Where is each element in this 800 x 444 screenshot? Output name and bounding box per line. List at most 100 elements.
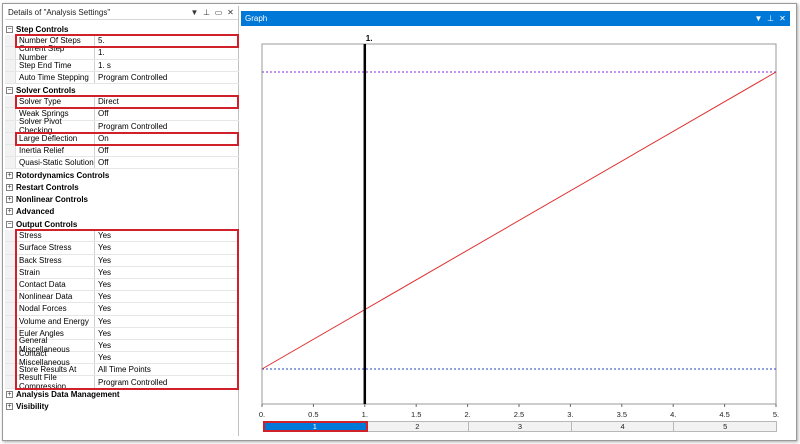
x-tick-label: 2.5 — [514, 410, 524, 419]
details-panel-title: Details of "Analysis Settings" — [8, 8, 111, 17]
property-name: Inertia Relief — [5, 144, 95, 157]
property-row-current-step-number[interactable]: Current Step Number 1. — [5, 44, 239, 62]
x-tick-label: 1.5 — [411, 410, 421, 419]
close-icon[interactable]: ✕ — [778, 13, 787, 25]
property-row-nodal-forces[interactable]: Nodal Forces Yes — [5, 303, 239, 316]
pin-icon[interactable]: ⊥ — [202, 7, 211, 19]
x-tick-label: 5. — [773, 410, 779, 419]
property-value[interactable]: 1. — [95, 47, 105, 58]
group-output-controls[interactable]: − Output Controls — [5, 218, 239, 230]
group-label: Output Controls — [16, 219, 78, 229]
float-window-icon[interactable]: ▭ — [214, 7, 223, 19]
property-value[interactable]: All Time Points — [95, 364, 151, 375]
group-solver-controls[interactable]: − Solver Controls — [5, 84, 239, 96]
property-value[interactable]: Yes — [95, 291, 111, 302]
row-gutter — [5, 339, 16, 352]
property-value[interactable]: Yes — [95, 316, 111, 327]
property-value[interactable]: Yes — [95, 279, 111, 290]
property-value[interactable]: 5. — [95, 35, 105, 46]
property-name: Surface Stress — [5, 242, 95, 254]
step-tab-3[interactable]: 3 — [469, 422, 572, 431]
chevron-down-icon[interactable]: ▼ — [190, 7, 199, 19]
property-name: Stress — [5, 230, 95, 242]
property-value[interactable]: Off — [95, 157, 109, 168]
property-row-solver-pivot-checking[interactable]: Solver Pivot Checking Program Controlled — [5, 117, 239, 135]
close-icon[interactable]: ✕ — [226, 7, 235, 19]
property-row-strain[interactable]: Strain Yes — [5, 266, 239, 279]
property-value[interactable]: Program Controlled — [95, 121, 167, 132]
property-row-auto-time-stepping[interactable]: Auto Time Stepping Program Controlled — [5, 71, 239, 84]
property-value[interactable]: Program Controlled — [95, 376, 167, 387]
property-row-volume-and-energy[interactable]: Volume and Energy Yes — [5, 315, 239, 328]
row-gutter — [5, 364, 16, 376]
property-value[interactable]: Off — [95, 108, 109, 119]
property-row-contact-data[interactable]: Contact Data Yes — [5, 278, 239, 292]
graph-panel-header: Graph ▼ ⊥ ✕ — [241, 11, 790, 26]
step-tab-2[interactable]: 2 — [367, 422, 470, 431]
group-step-controls[interactable]: − Step Controls — [5, 23, 239, 35]
row-gutter — [5, 96, 16, 108]
collapse-icon[interactable]: − — [6, 86, 13, 94]
group-rotordynamics-controls[interactable]: + Rotordynamics Controls — [5, 169, 239, 181]
x-tick-label: 2. — [464, 410, 470, 419]
property-value[interactable]: On — [95, 133, 109, 144]
x-tick-label: 3. — [567, 410, 573, 419]
graph-panel: Graph ▼ ⊥ ✕ 1. 0. 0.5 1. 1.5 2. 2.5 3. 3.5 4. 4.5 5. … — [241, 11, 790, 439]
expand-icon[interactable]: + — [6, 403, 13, 411]
property-value[interactable]: Yes — [95, 303, 111, 314]
property-row-quasi-static-solution[interactable]: Quasi-Static Solution Off — [5, 157, 239, 170]
collapse-icon[interactable]: − — [6, 25, 13, 33]
details-panel-header: Details of "Analysis Settings" ▼ ⊥ ▭ ✕ — [5, 6, 238, 20]
property-row-step-end-time[interactable]: Step End Time 1. s — [5, 59, 239, 72]
property-row-result-file-compression[interactable]: Result File Compression Program Controlle… — [5, 373, 239, 391]
group-nonlinear-controls[interactable]: + Nonlinear Controls — [5, 194, 239, 206]
property-value[interactable]: Yes — [95, 352, 111, 363]
expand-icon[interactable]: + — [6, 208, 13, 216]
property-value[interactable]: Yes — [95, 255, 111, 266]
x-tick-label: 0. — [259, 410, 265, 419]
step-tab-1[interactable]: 1 — [263, 421, 368, 432]
property-row-nonlinear-data[interactable]: Nonlinear Data Yes — [5, 291, 239, 304]
expand-icon[interactable]: + — [6, 184, 13, 192]
row-gutter — [5, 144, 16, 157]
step-time-graph[interactable]: 1. 0. 0.5 1. 1.5 2. 2.5 3. 3.5 4. 4.5 5. — [241, 26, 790, 420]
expand-icon[interactable]: + — [6, 171, 13, 179]
group-label: Nonlinear Controls — [16, 195, 89, 205]
property-row-surface-stress[interactable]: Surface Stress Yes — [5, 242, 239, 255]
current-step-label: 1. — [366, 34, 373, 43]
property-value[interactable]: Yes — [95, 242, 111, 253]
group-label: Analysis Data Management — [16, 390, 120, 400]
group-restart-controls[interactable]: + Restart Controls — [5, 181, 239, 193]
step-tab-4[interactable]: 4 — [572, 422, 675, 431]
property-row-solver-type[interactable]: Solver Type Direct — [5, 96, 239, 109]
property-row-contact-miscellaneous[interactable]: Contact Miscellaneous Yes — [5, 349, 239, 367]
property-value[interactable]: Program Controlled — [95, 72, 167, 83]
group-advanced[interactable]: + Advanced — [5, 206, 239, 218]
property-row-large-deflection[interactable]: Large Deflection On — [5, 132, 239, 145]
property-row-stress[interactable]: Stress Yes — [5, 230, 239, 243]
chevron-down-icon[interactable]: ▼ — [754, 13, 763, 25]
group-analysis-data-management[interactable]: + Analysis Data Management — [5, 389, 239, 401]
property-value[interactable]: Yes — [95, 230, 111, 241]
property-value[interactable]: Off — [95, 145, 109, 156]
row-gutter — [5, 327, 16, 339]
step-tab-bar: 12345 — [263, 421, 777, 432]
x-tick-label: 3.5 — [617, 410, 627, 419]
group-visibility[interactable]: + Visibility — [5, 401, 239, 413]
pin-icon[interactable]: ⊥ — [766, 13, 775, 25]
property-value[interactable]: Direct — [95, 96, 119, 107]
property-row-inertia-relief[interactable]: Inertia Relief Off — [5, 144, 239, 158]
step-tab-5[interactable]: 5 — [674, 422, 776, 431]
property-row-back-stress[interactable]: Back Stress Yes — [5, 254, 239, 267]
expand-icon[interactable]: + — [6, 391, 13, 399]
collapse-icon[interactable]: − — [6, 220, 13, 228]
group-label: Advanced — [16, 207, 55, 217]
property-value[interactable]: Yes — [95, 328, 111, 339]
expand-icon[interactable]: + — [6, 196, 13, 204]
group-label: Rotordynamics Controls — [16, 170, 110, 180]
property-value[interactable]: 1. s — [95, 60, 111, 71]
property-name: Result File Compression — [5, 373, 95, 391]
property-value[interactable]: Yes — [95, 267, 111, 278]
group-label: Restart Controls — [16, 183, 79, 193]
property-value[interactable]: Yes — [95, 340, 111, 351]
